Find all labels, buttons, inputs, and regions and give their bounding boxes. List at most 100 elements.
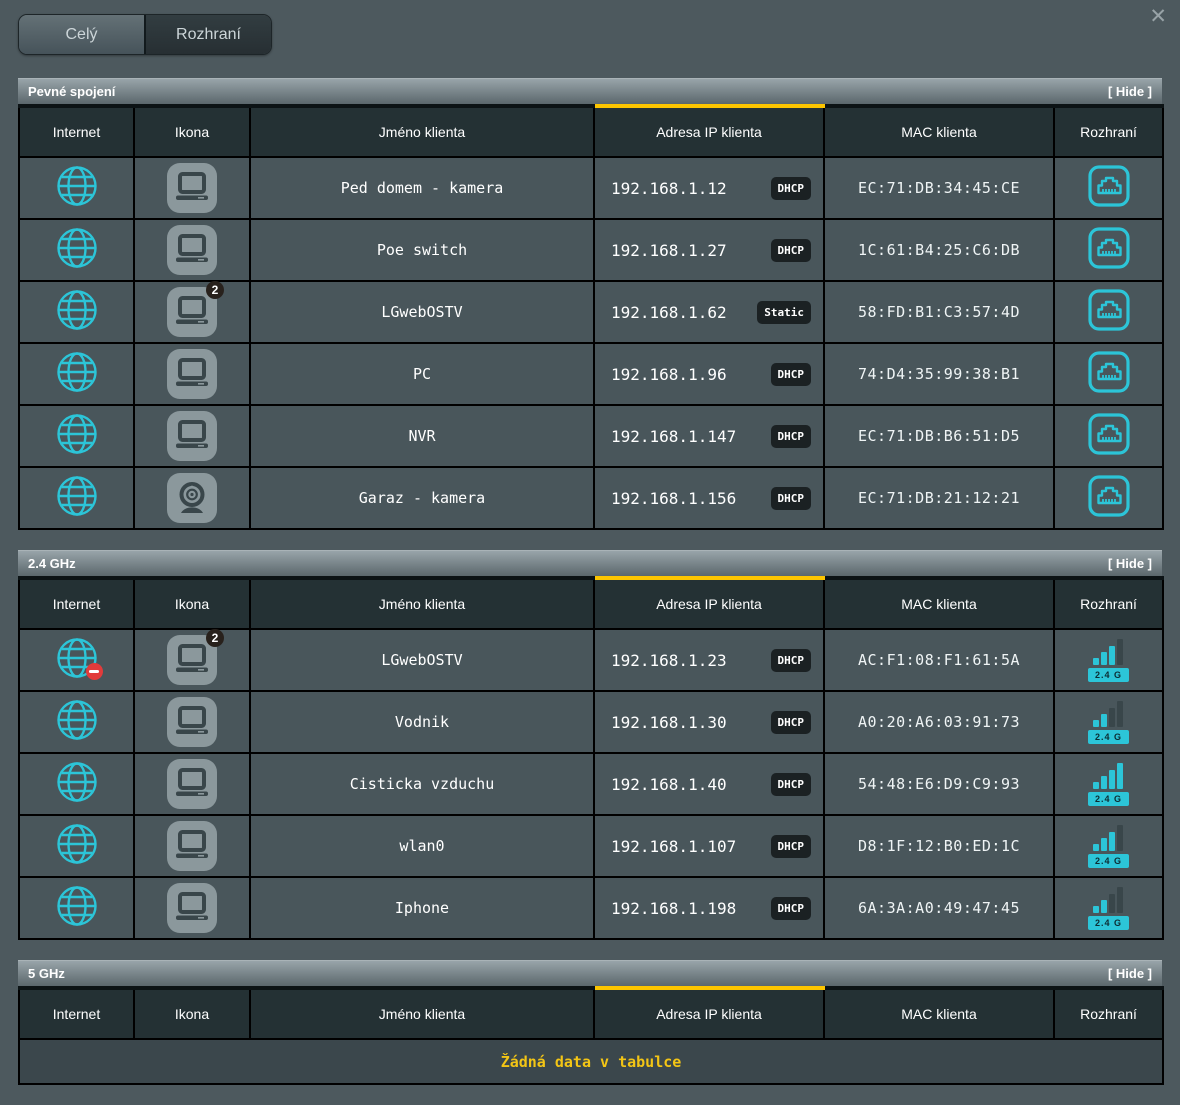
client-row[interactable]: 2LGwebOSTV192.168.1.62Static58:FD:B1:C3:… bbox=[19, 281, 1163, 343]
client-row[interactable]: Poe switch192.168.1.27DHCP1C:61:B4:25:C6… bbox=[19, 219, 1163, 281]
ip-type-badge: DHCP bbox=[771, 773, 812, 796]
client-ip-cell: 192.168.1.156DHCP bbox=[594, 467, 824, 529]
device-icon-cell[interactable] bbox=[134, 877, 250, 939]
client-ip-cell: 192.168.1.147DHCP bbox=[594, 405, 824, 467]
signal-bar bbox=[1109, 832, 1115, 851]
signal-bar bbox=[1117, 701, 1123, 727]
hide-link[interactable]: [ Hide ] bbox=[1108, 966, 1152, 981]
column-header-ikona[interactable]: Ikona bbox=[134, 988, 250, 1039]
internet-status-cell bbox=[19, 219, 134, 281]
device-icon-cell[interactable] bbox=[134, 219, 250, 281]
internet-globe-icon bbox=[54, 411, 100, 457]
client-row[interactable]: Vodnik192.168.1.30DHCPA0:20:A6:03:91:732… bbox=[19, 691, 1163, 753]
column-header-ikona[interactable]: Ikona bbox=[134, 106, 250, 157]
ip-type-badge: DHCP bbox=[771, 835, 812, 858]
wifi-band-badge: 2.4 G bbox=[1088, 854, 1129, 868]
ip-type-badge: Static bbox=[757, 301, 811, 324]
device-icon-cell[interactable] bbox=[134, 467, 250, 529]
column-header-mac-klienta[interactable]: MAC klienta bbox=[824, 578, 1054, 629]
signal-bar bbox=[1101, 838, 1107, 851]
device-icon-cell[interactable] bbox=[134, 753, 250, 815]
column-header-adresa-ip-klienta[interactable]: Adresa IP klienta bbox=[594, 578, 824, 629]
column-header-rozhrani[interactable]: Rozhraní bbox=[1054, 106, 1163, 157]
client-ip: 192.168.1.96 bbox=[611, 365, 727, 384]
internet-status-cell bbox=[19, 405, 134, 467]
wifi-signal-icon: 2.4 G bbox=[1088, 763, 1129, 806]
client-row[interactable]: Ped domem - kamera192.168.1.12DHCPEC:71:… bbox=[19, 157, 1163, 219]
signal-bars bbox=[1093, 701, 1123, 727]
laptop-device-icon: 2 bbox=[167, 635, 217, 685]
section-pevne-spojeni: Pevné spojení[ Hide ]InternetIkonaJméno … bbox=[18, 78, 1162, 530]
device-icon-cell[interactable] bbox=[134, 157, 250, 219]
device-count-badge: 2 bbox=[206, 629, 224, 647]
column-header-jmeno-klienta[interactable]: Jméno klienta bbox=[250, 578, 594, 629]
client-mac: 6A:3A:A0:49:47:45 bbox=[824, 877, 1054, 939]
signal-bar bbox=[1093, 658, 1099, 665]
hide-link[interactable]: [ Hide ] bbox=[1108, 556, 1152, 571]
ethernet-icon bbox=[1086, 349, 1132, 395]
client-row[interactable]: 2LGwebOSTV192.168.1.23DHCPAC:F1:08:F1:61… bbox=[19, 629, 1163, 691]
signal-bar bbox=[1101, 776, 1107, 789]
laptop-device-icon bbox=[167, 349, 217, 399]
wifi-band-badge: 2.4 G bbox=[1088, 792, 1129, 806]
device-icon-cell[interactable]: 2 bbox=[134, 629, 250, 691]
client-name: Garaz - kamera bbox=[250, 467, 594, 529]
client-row[interactable]: PC192.168.1.96DHCP74:D4:35:99:38:B1 bbox=[19, 343, 1163, 405]
column-header-mac-klienta[interactable]: MAC klienta bbox=[824, 988, 1054, 1039]
column-header-internet[interactable]: Internet bbox=[19, 578, 134, 629]
client-name: Poe switch bbox=[250, 219, 594, 281]
tab-cely[interactable]: Celý bbox=[19, 15, 144, 54]
close-icon[interactable]: ✕ bbox=[1149, 6, 1167, 27]
column-header-jmeno-klienta[interactable]: Jméno klienta bbox=[250, 988, 594, 1039]
client-mac: 74:D4:35:99:38:B1 bbox=[824, 343, 1054, 405]
client-ip: 192.168.1.30 bbox=[611, 713, 727, 732]
tab-rozhrani[interactable]: Rozhraní bbox=[144, 15, 271, 54]
client-name: Cisticka vzduchu bbox=[250, 753, 594, 815]
column-header-jmeno-klienta[interactable]: Jméno klienta bbox=[250, 106, 594, 157]
client-mac: A0:20:A6:03:91:73 bbox=[824, 691, 1054, 753]
client-row[interactable]: Cisticka vzduchu192.168.1.40DHCP54:48:E6… bbox=[19, 753, 1163, 815]
webcam-device-icon bbox=[167, 473, 217, 523]
column-header-adresa-ip-klienta[interactable]: Adresa IP klienta bbox=[594, 106, 824, 157]
column-header-mac-klienta[interactable]: MAC klienta bbox=[824, 106, 1054, 157]
client-ip: 192.168.1.23 bbox=[611, 651, 727, 670]
column-header-ikona[interactable]: Ikona bbox=[134, 578, 250, 629]
device-icon-cell[interactable] bbox=[134, 405, 250, 467]
client-mac: AC:F1:08:F1:61:5A bbox=[824, 629, 1054, 691]
client-ip-cell: 192.168.1.40DHCP bbox=[594, 753, 824, 815]
hide-link[interactable]: [ Hide ] bbox=[1108, 84, 1152, 99]
interface-cell: 2.4 G bbox=[1054, 815, 1163, 877]
client-row[interactable]: wlan0192.168.1.107DHCPD8:1F:12:B0:ED:1C2… bbox=[19, 815, 1163, 877]
device-icon-cell[interactable] bbox=[134, 815, 250, 877]
device-icon-cell[interactable] bbox=[134, 343, 250, 405]
signal-bar bbox=[1109, 708, 1115, 727]
internet-status-cell bbox=[19, 157, 134, 219]
internet-globe-icon bbox=[54, 473, 100, 519]
section-header-2-4-ghz: 2.4 GHz[ Hide ] bbox=[18, 550, 1162, 576]
column-header-adresa-ip-klienta[interactable]: Adresa IP klienta bbox=[594, 988, 824, 1039]
client-row[interactable]: Iphone192.168.1.198DHCP6A:3A:A0:49:47:45… bbox=[19, 877, 1163, 939]
client-mac: 58:FD:B1:C3:57:4D bbox=[824, 281, 1054, 343]
column-header-rozhrani[interactable]: Rozhraní bbox=[1054, 988, 1163, 1039]
wifi-signal-icon: 2.4 G bbox=[1088, 701, 1129, 744]
client-table: InternetIkonaJméno klientaAdresa IP klie… bbox=[18, 104, 1164, 530]
client-mac: D8:1F:12:B0:ED:1C bbox=[824, 815, 1054, 877]
view-tabs: CelýRozhraní bbox=[18, 14, 272, 55]
client-row[interactable]: Garaz - kamera192.168.1.156DHCPEC:71:DB:… bbox=[19, 467, 1163, 529]
interface-cell: 2.4 G bbox=[1054, 753, 1163, 815]
device-icon-cell[interactable]: 2 bbox=[134, 281, 250, 343]
ethernet-icon bbox=[1086, 163, 1132, 209]
internet-blocked-icon bbox=[86, 663, 103, 680]
laptop-device-icon bbox=[167, 411, 217, 461]
column-header-rozhrani[interactable]: Rozhraní bbox=[1054, 578, 1163, 629]
signal-bar bbox=[1117, 639, 1123, 665]
device-icon-cell[interactable] bbox=[134, 691, 250, 753]
client-mac: 54:48:E6:D9:C9:93 bbox=[824, 753, 1054, 815]
signal-bar bbox=[1101, 652, 1107, 665]
column-header-internet[interactable]: Internet bbox=[19, 988, 134, 1039]
column-header-internet[interactable]: Internet bbox=[19, 106, 134, 157]
laptop-device-icon: 2 bbox=[167, 287, 217, 337]
client-row[interactable]: NVR192.168.1.147DHCPEC:71:DB:B6:51:D5 bbox=[19, 405, 1163, 467]
client-ip-cell: 192.168.1.107DHCP bbox=[594, 815, 824, 877]
internet-status-cell bbox=[19, 877, 134, 939]
